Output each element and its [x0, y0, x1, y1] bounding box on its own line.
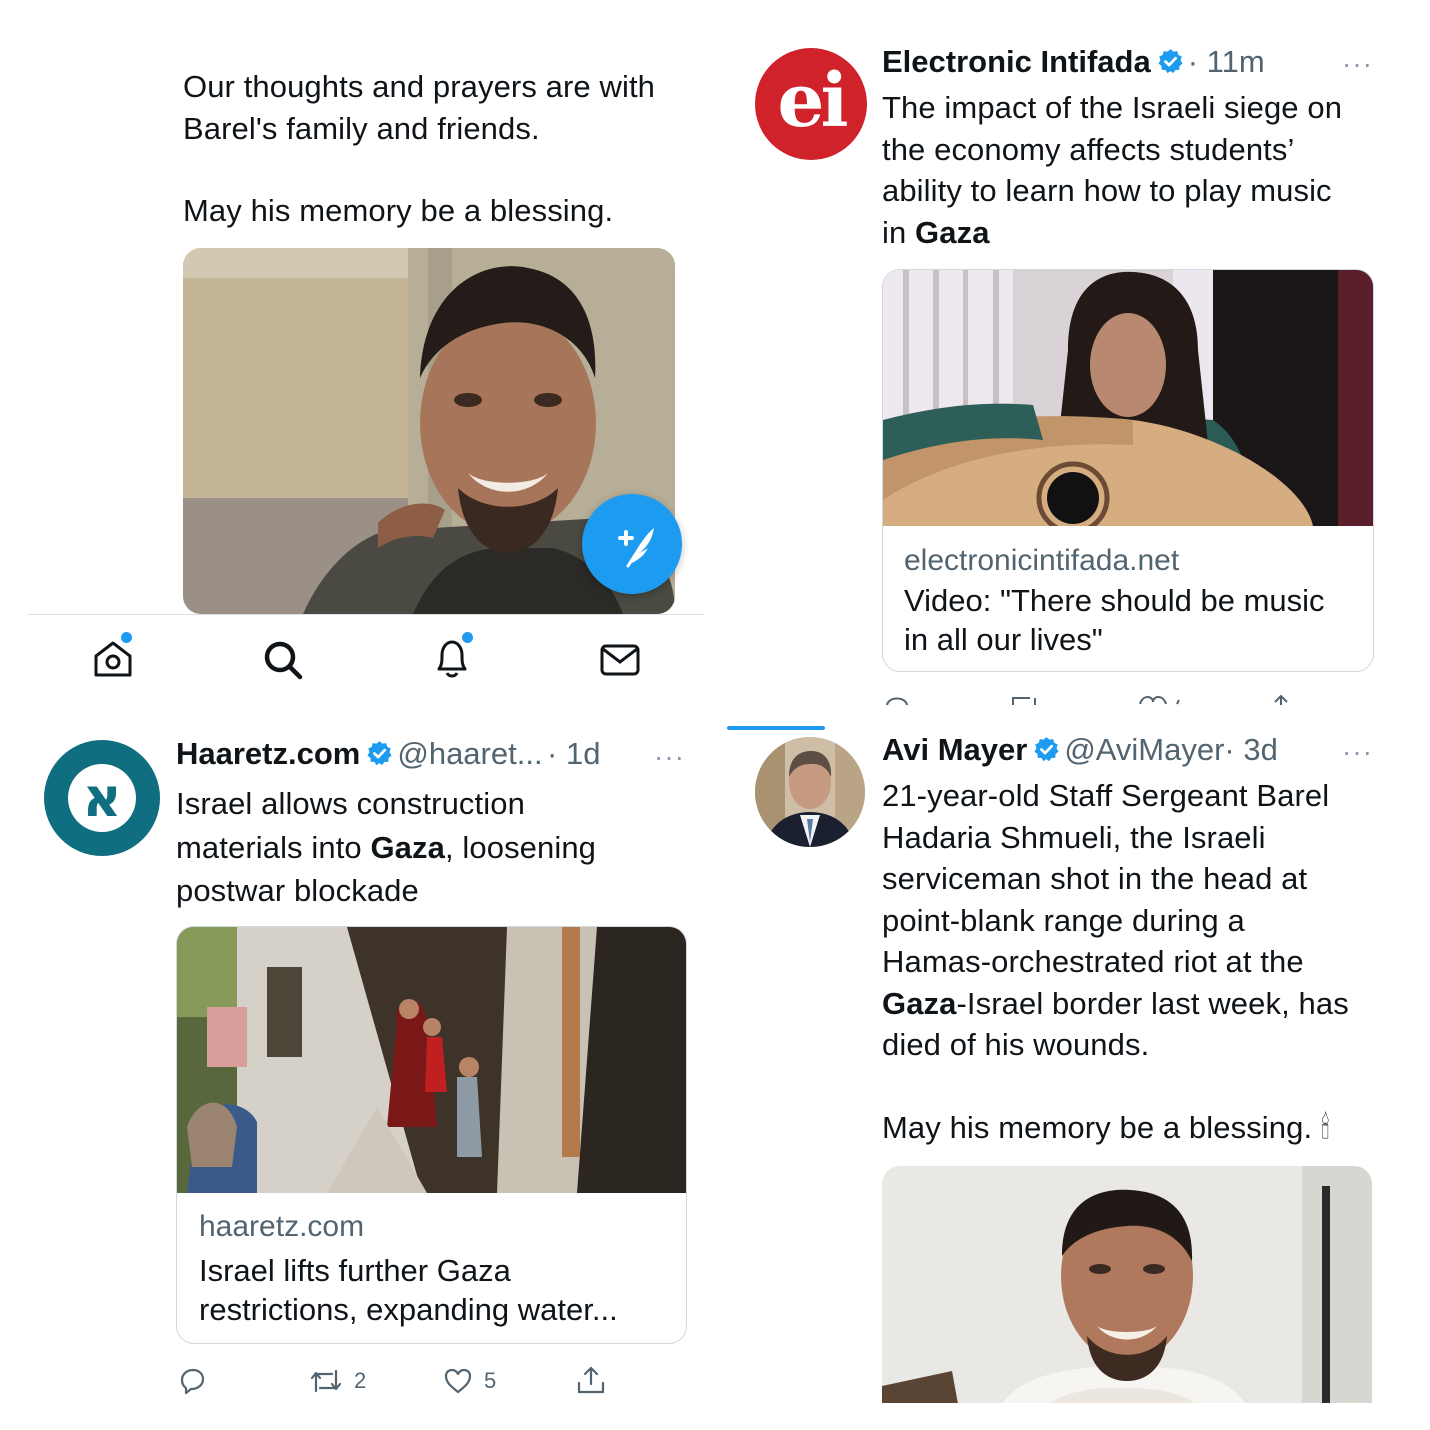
link-card-image: [883, 270, 1373, 535]
tab-indicator: [727, 726, 825, 730]
like-count: 5: [484, 1368, 497, 1393]
link-card-domain: haaretz.com: [199, 1210, 365, 1243]
avatar[interactable]: א: [44, 740, 160, 856]
heart-icon: [444, 1368, 472, 1394]
author-name[interactable]: Electronic Intifada: [882, 44, 1151, 79]
action-icons-cropped: [886, 694, 1288, 705]
verified-badge-icon: [367, 741, 392, 766]
author-handle[interactable]: @haaret...: [397, 736, 542, 771]
more-options-icon[interactable]: ···: [654, 741, 685, 773]
nav-home-dot: [121, 632, 132, 643]
tweet-header: Avi Mayer @AviMayer· 3d: [882, 732, 1402, 768]
tweet-header: Electronic Intifada · 11m: [882, 44, 1382, 80]
nav-search[interactable]: [260, 637, 306, 683]
tweet-text: The impact of the Israeli siege on the e…: [882, 90, 1343, 250]
like-button[interactable]: 5: [442, 1365, 496, 1397]
avatar[interactable]: ei: [755, 48, 867, 160]
nav-messages[interactable]: [597, 637, 643, 683]
more-options-icon[interactable]: ···: [1342, 736, 1373, 768]
author-name[interactable]: Avi Mayer: [882, 732, 1027, 767]
bottom-nav: [28, 615, 704, 705]
retweet-count: 2: [354, 1368, 367, 1393]
tweet-time[interactable]: · 1d: [547, 736, 600, 771]
share-icon: [577, 1366, 605, 1394]
tweet-actions-partial: [885, 690, 1365, 705]
hashtag-gaza: Gaza: [370, 829, 445, 865]
author-handle[interactable]: @AviMayer: [1064, 732, 1224, 767]
panel-top-left: Our thoughts and prayers are with Barel'…: [0, 0, 715, 715]
retweet-button[interactable]: 2: [308, 1365, 366, 1397]
hashtag-gaza: Gaza: [915, 214, 990, 250]
mail-icon: [600, 644, 640, 676]
link-card-domain: electronicintifada.net: [904, 544, 1180, 577]
tweet-header: Haaretz.com @haaret... · 1d: [176, 736, 696, 772]
link-card-title: Video: "There should be music in all our…: [904, 583, 1325, 657]
avatar-photo: [755, 737, 865, 847]
ei-logo: ei: [777, 58, 848, 144]
link-card-title: Israel lifts further Gaza restrictions, …: [199, 1253, 618, 1327]
reply-icon: [180, 1368, 205, 1395]
avatar[interactable]: [755, 737, 865, 847]
more-options-icon[interactable]: ···: [1342, 48, 1373, 80]
nav-notifications-dot: [462, 632, 473, 643]
share-button[interactable]: [574, 1363, 608, 1397]
tweet-photo[interactable]: [882, 1166, 1372, 1403]
tweet-avi-mayer[interactable]: Avi Mayer @AviMayer· 3d ··· 21-year-old S…: [715, 715, 1430, 1403]
retweet-icon: [310, 1369, 342, 1393]
haaretz-logo: א: [68, 764, 136, 832]
feather-plus-icon: [618, 528, 654, 568]
tweet-text: Israel allows construction materials int…: [176, 786, 597, 908]
tweet-time[interactable]: · 3d: [1224, 732, 1277, 767]
search-icon: [264, 641, 303, 680]
link-card[interactable]: haaretz.com Israel lifts further Gaza re…: [176, 926, 687, 1344]
link-card-image: [177, 927, 686, 1193]
reply-button[interactable]: [176, 1365, 218, 1397]
tweet-text: Our thoughts and prayers are with Barel'…: [183, 69, 655, 228]
hashtag-gaza: Gaza: [882, 985, 957, 1021]
tweet-haaretz[interactable]: א Haaretz.com @haaret... · 1d ··· Israel …: [0, 715, 715, 1430]
verified-badge-icon: [1158, 49, 1183, 74]
link-card[interactable]: electronicintifada.net Video: "There sho…: [882, 269, 1374, 672]
tweet-electronic-intifada[interactable]: ei Electronic Intifada · 11m ··· The impa…: [715, 0, 1430, 705]
tweet-actions: 2 5: [176, 1361, 616, 1401]
verified-badge-icon: [1034, 737, 1059, 762]
compose-button[interactable]: [582, 494, 682, 594]
tweet-time[interactable]: · 11m: [1188, 44, 1265, 79]
author-name[interactable]: Haaretz.com: [176, 736, 360, 771]
tweet-text: 21-year-old Staff Sergeant Barel Hadaria…: [882, 778, 1349, 1145]
soldier-portrait-photo: [882, 1166, 1372, 1403]
